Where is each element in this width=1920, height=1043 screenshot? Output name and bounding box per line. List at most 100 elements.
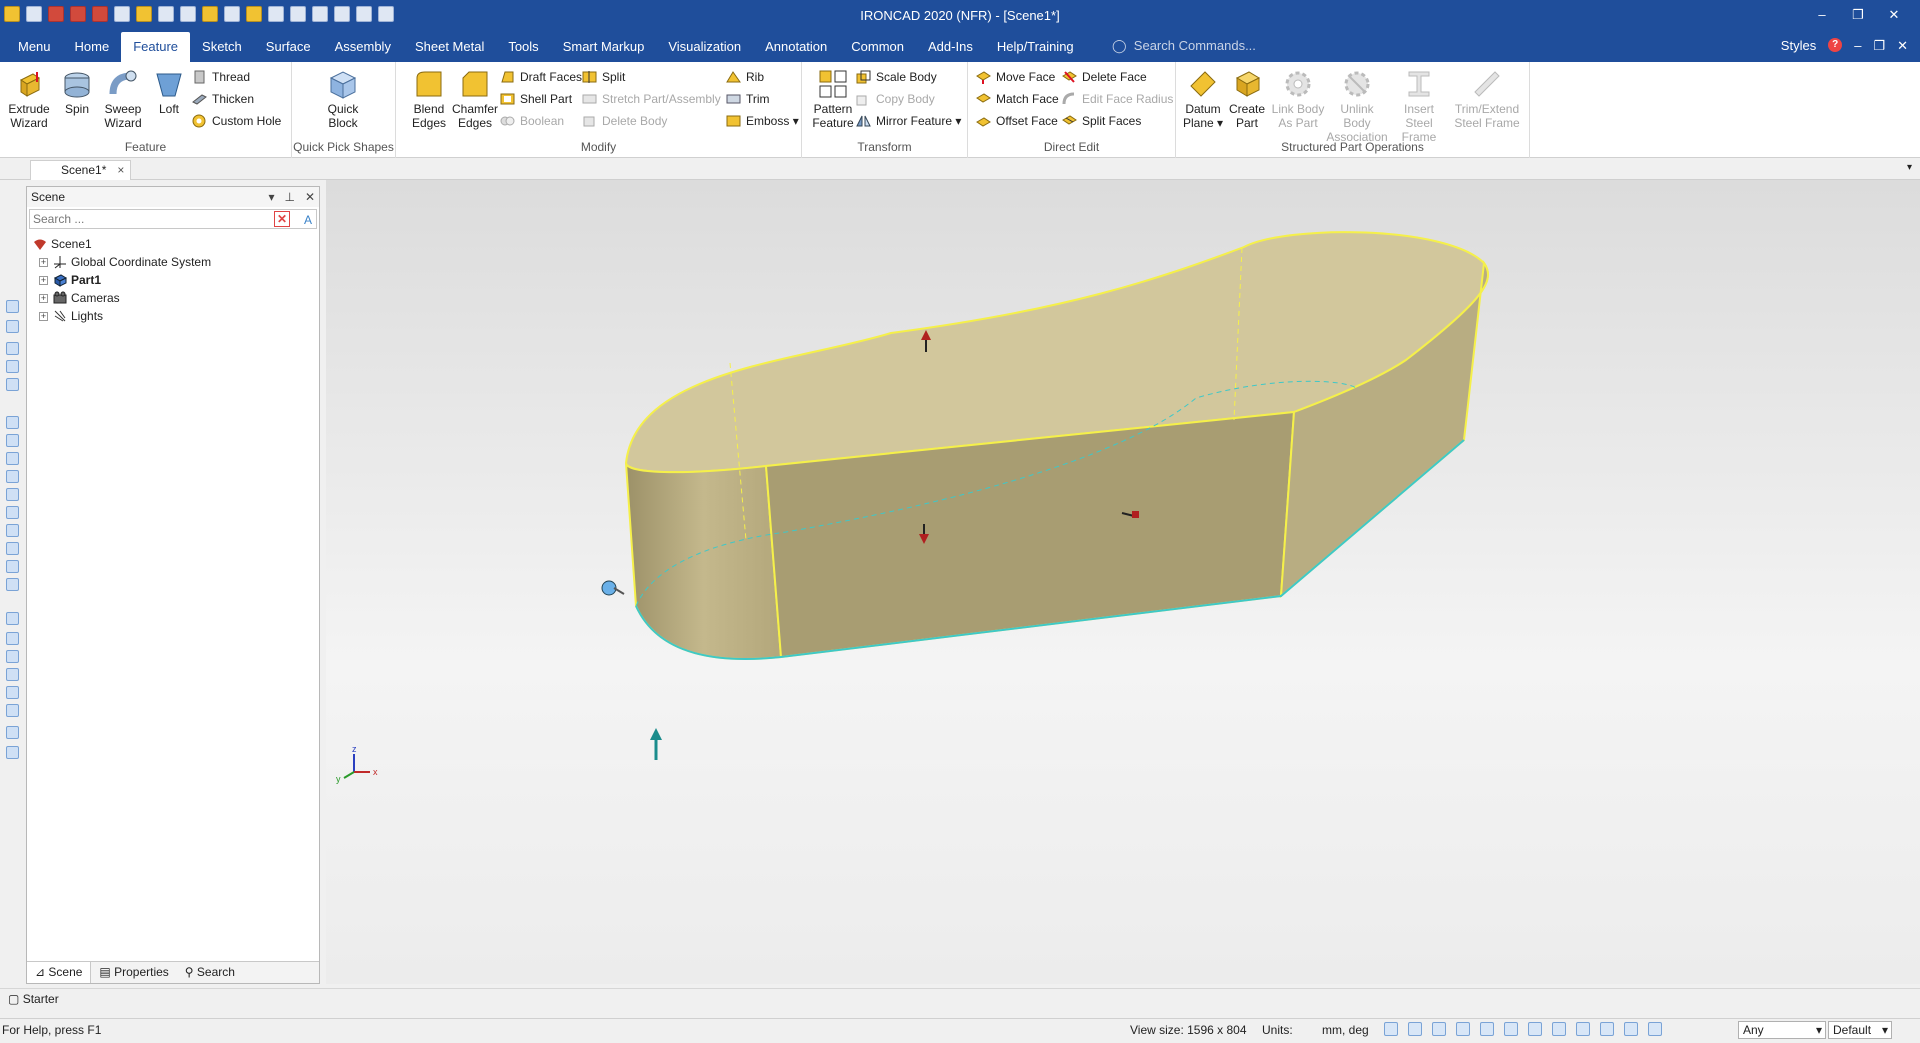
- chamfer-edges-button[interactable]: Chamfer Edges: [452, 68, 498, 130]
- shading-icon[interactable]: [1552, 1022, 1566, 1036]
- copy-body-button[interactable]: Copy Body: [856, 90, 935, 108]
- expand-icon[interactable]: +: [39, 258, 48, 267]
- link-body-button[interactable]: Link Body As Part: [1270, 68, 1326, 130]
- scene-search-input[interactable]: Search ... ✕ A: [29, 209, 317, 229]
- angle-tool-icon[interactable]: [6, 668, 19, 681]
- spin-button[interactable]: Spin: [54, 68, 100, 116]
- style-dropdown[interactable]: Default ▾: [1828, 1021, 1892, 1039]
- expand-icon[interactable]: +: [39, 312, 48, 321]
- minimize-button[interactable]: –: [1804, 4, 1840, 26]
- emboss-button[interactable]: Emboss ▾: [726, 112, 799, 130]
- zoom-region-icon[interactable]: [1408, 1022, 1422, 1036]
- search-filter-icon[interactable]: A: [304, 211, 312, 229]
- search-commands[interactable]: ◯ Search Commands...: [1112, 38, 1256, 54]
- tab-scene[interactable]: ⊿ Scene: [27, 962, 92, 983]
- tab-annotation[interactable]: Annotation: [753, 32, 839, 62]
- 3d-viewport[interactable]: z x y: [326, 180, 1920, 984]
- select-icon[interactable]: [1624, 1022, 1638, 1036]
- tab-assembly[interactable]: Assembly: [323, 32, 403, 62]
- pointer-icon[interactable]: [1648, 1022, 1662, 1036]
- tool-icon-2[interactable]: [6, 320, 19, 333]
- move-face-button[interactable]: Move Face: [976, 68, 1055, 86]
- tool-icon-3[interactable]: [6, 342, 19, 355]
- trim-button[interactable]: Trim: [726, 90, 770, 108]
- tool-icon-4[interactable]: [6, 360, 19, 373]
- measure-tool-icon[interactable]: [6, 632, 19, 645]
- tab-tools[interactable]: Tools: [496, 32, 550, 62]
- box-tool-icon-6[interactable]: [6, 506, 19, 519]
- datum-plane-button[interactable]: Datum Plane ▾: [1180, 68, 1226, 130]
- box-tool-icon-2[interactable]: [6, 434, 19, 447]
- circle-tool-icon[interactable]: [6, 686, 19, 699]
- pin-icon[interactable]: ⊥: [284, 187, 294, 207]
- tool-icon-5[interactable]: [6, 378, 19, 391]
- mirror-feature-button[interactable]: Mirror Feature ▾: [856, 112, 961, 130]
- box-tool-icon-4[interactable]: [6, 470, 19, 483]
- quick-block-button[interactable]: Quick Block: [320, 68, 366, 130]
- restore-button[interactable]: ❐: [1840, 4, 1876, 26]
- rib-button[interactable]: Rib: [726, 68, 764, 86]
- tool-icon-1[interactable]: [6, 300, 19, 313]
- box-tool-icon-9[interactable]: [6, 560, 19, 573]
- tab-sheet-metal[interactable]: Sheet Metal: [403, 32, 496, 62]
- clear-search-icon[interactable]: ✕: [274, 211, 290, 227]
- boolean-button[interactable]: Boolean: [500, 112, 564, 130]
- shell-part-button[interactable]: Shell Part: [500, 90, 572, 108]
- ribbon-minimize-icon[interactable]: –: [1854, 38, 1861, 54]
- grip-tool-icon[interactable]: [6, 746, 19, 759]
- zoom-icon[interactable]: [1384, 1022, 1398, 1036]
- starter-label[interactable]: Starter: [23, 992, 59, 1006]
- sweep-wizard-button[interactable]: Sweep Wizard: [100, 68, 146, 130]
- snap-icon[interactable]: [1480, 1022, 1494, 1036]
- render-mode-icon[interactable]: [1432, 1022, 1446, 1036]
- loft-button[interactable]: Loft: [146, 68, 192, 116]
- edit-face-radius-button[interactable]: Edit Face Radius: [1062, 90, 1173, 108]
- tab-common[interactable]: Common: [839, 32, 916, 62]
- ribbon-close-icon[interactable]: ✕: [1897, 38, 1908, 54]
- delete-face-button[interactable]: Delete Face: [1062, 68, 1147, 86]
- no-tool-icon[interactable]: [6, 704, 19, 717]
- panel-close-icon[interactable]: ✕: [305, 187, 315, 207]
- search-commands-input[interactable]: Search Commands...: [1134, 38, 1256, 53]
- unlink-body-button[interactable]: Unlink Body Association: [1326, 68, 1388, 144]
- split-button[interactable]: Split: [582, 68, 625, 86]
- view-direction-arrow[interactable]: [650, 728, 662, 760]
- tab-help-training[interactable]: Help/Training: [985, 32, 1086, 62]
- box-tool-icon-1[interactable]: [6, 416, 19, 429]
- selection-filter-dropdown[interactable]: Any ▾: [1738, 1021, 1826, 1039]
- close-button[interactable]: ✕: [1876, 4, 1912, 26]
- tab-home[interactable]: Home: [63, 32, 122, 62]
- tab-sketch[interactable]: Sketch: [190, 32, 254, 62]
- box-tool-icon-8[interactable]: [6, 542, 19, 555]
- view-cube-icon[interactable]: [1456, 1022, 1470, 1036]
- draft-faces-button[interactable]: Draft Faces: [500, 68, 582, 86]
- stretch-part-button[interactable]: Stretch Part/Assembly: [582, 90, 721, 108]
- thicken-button[interactable]: Thicken: [192, 90, 254, 108]
- tab-menu[interactable]: Menu: [6, 32, 63, 62]
- create-part-button[interactable]: Create Part: [1224, 68, 1270, 130]
- tree-node-part1[interactable]: + Part1: [31, 271, 319, 289]
- match-face-button[interactable]: Match Face: [976, 90, 1059, 108]
- scene-canvas[interactable]: z x y: [326, 180, 1920, 984]
- view-front-icon[interactable]: [1504, 1022, 1518, 1036]
- box-tool-icon-3[interactable]: [6, 452, 19, 465]
- blend-edges-button[interactable]: Blend Edges: [406, 68, 452, 130]
- tree-node-lights[interactable]: + Lights: [31, 307, 319, 325]
- expand-icon[interactable]: +: [39, 276, 48, 285]
- delete-body-button[interactable]: Delete Body: [582, 112, 667, 130]
- help-icon[interactable]: ?: [1828, 38, 1843, 52]
- box-tool-icon-7[interactable]: [6, 524, 19, 537]
- line-tool-icon[interactable]: [6, 612, 19, 625]
- tab-properties[interactable]: ▤ Properties: [91, 962, 176, 983]
- box-tool-icon-5[interactable]: [6, 488, 19, 501]
- tab-surface[interactable]: Surface: [254, 32, 323, 62]
- styles-dropdown[interactable]: Styles: [1781, 38, 1816, 54]
- expand-icon[interactable]: +: [39, 294, 48, 303]
- split-faces-button[interactable]: Split Faces: [1062, 112, 1141, 130]
- scale-body-button[interactable]: Scale Body: [856, 68, 937, 86]
- tab-smart-markup[interactable]: Smart Markup: [551, 32, 657, 62]
- units-value[interactable]: mm, deg: [1322, 1019, 1369, 1041]
- section-icon[interactable]: [1576, 1022, 1590, 1036]
- tree-node-global-coordinate-system[interactable]: + Global Coordinate System: [31, 253, 319, 271]
- trim-extend-steel-button[interactable]: Trim/Extend Steel Frame: [1452, 68, 1522, 130]
